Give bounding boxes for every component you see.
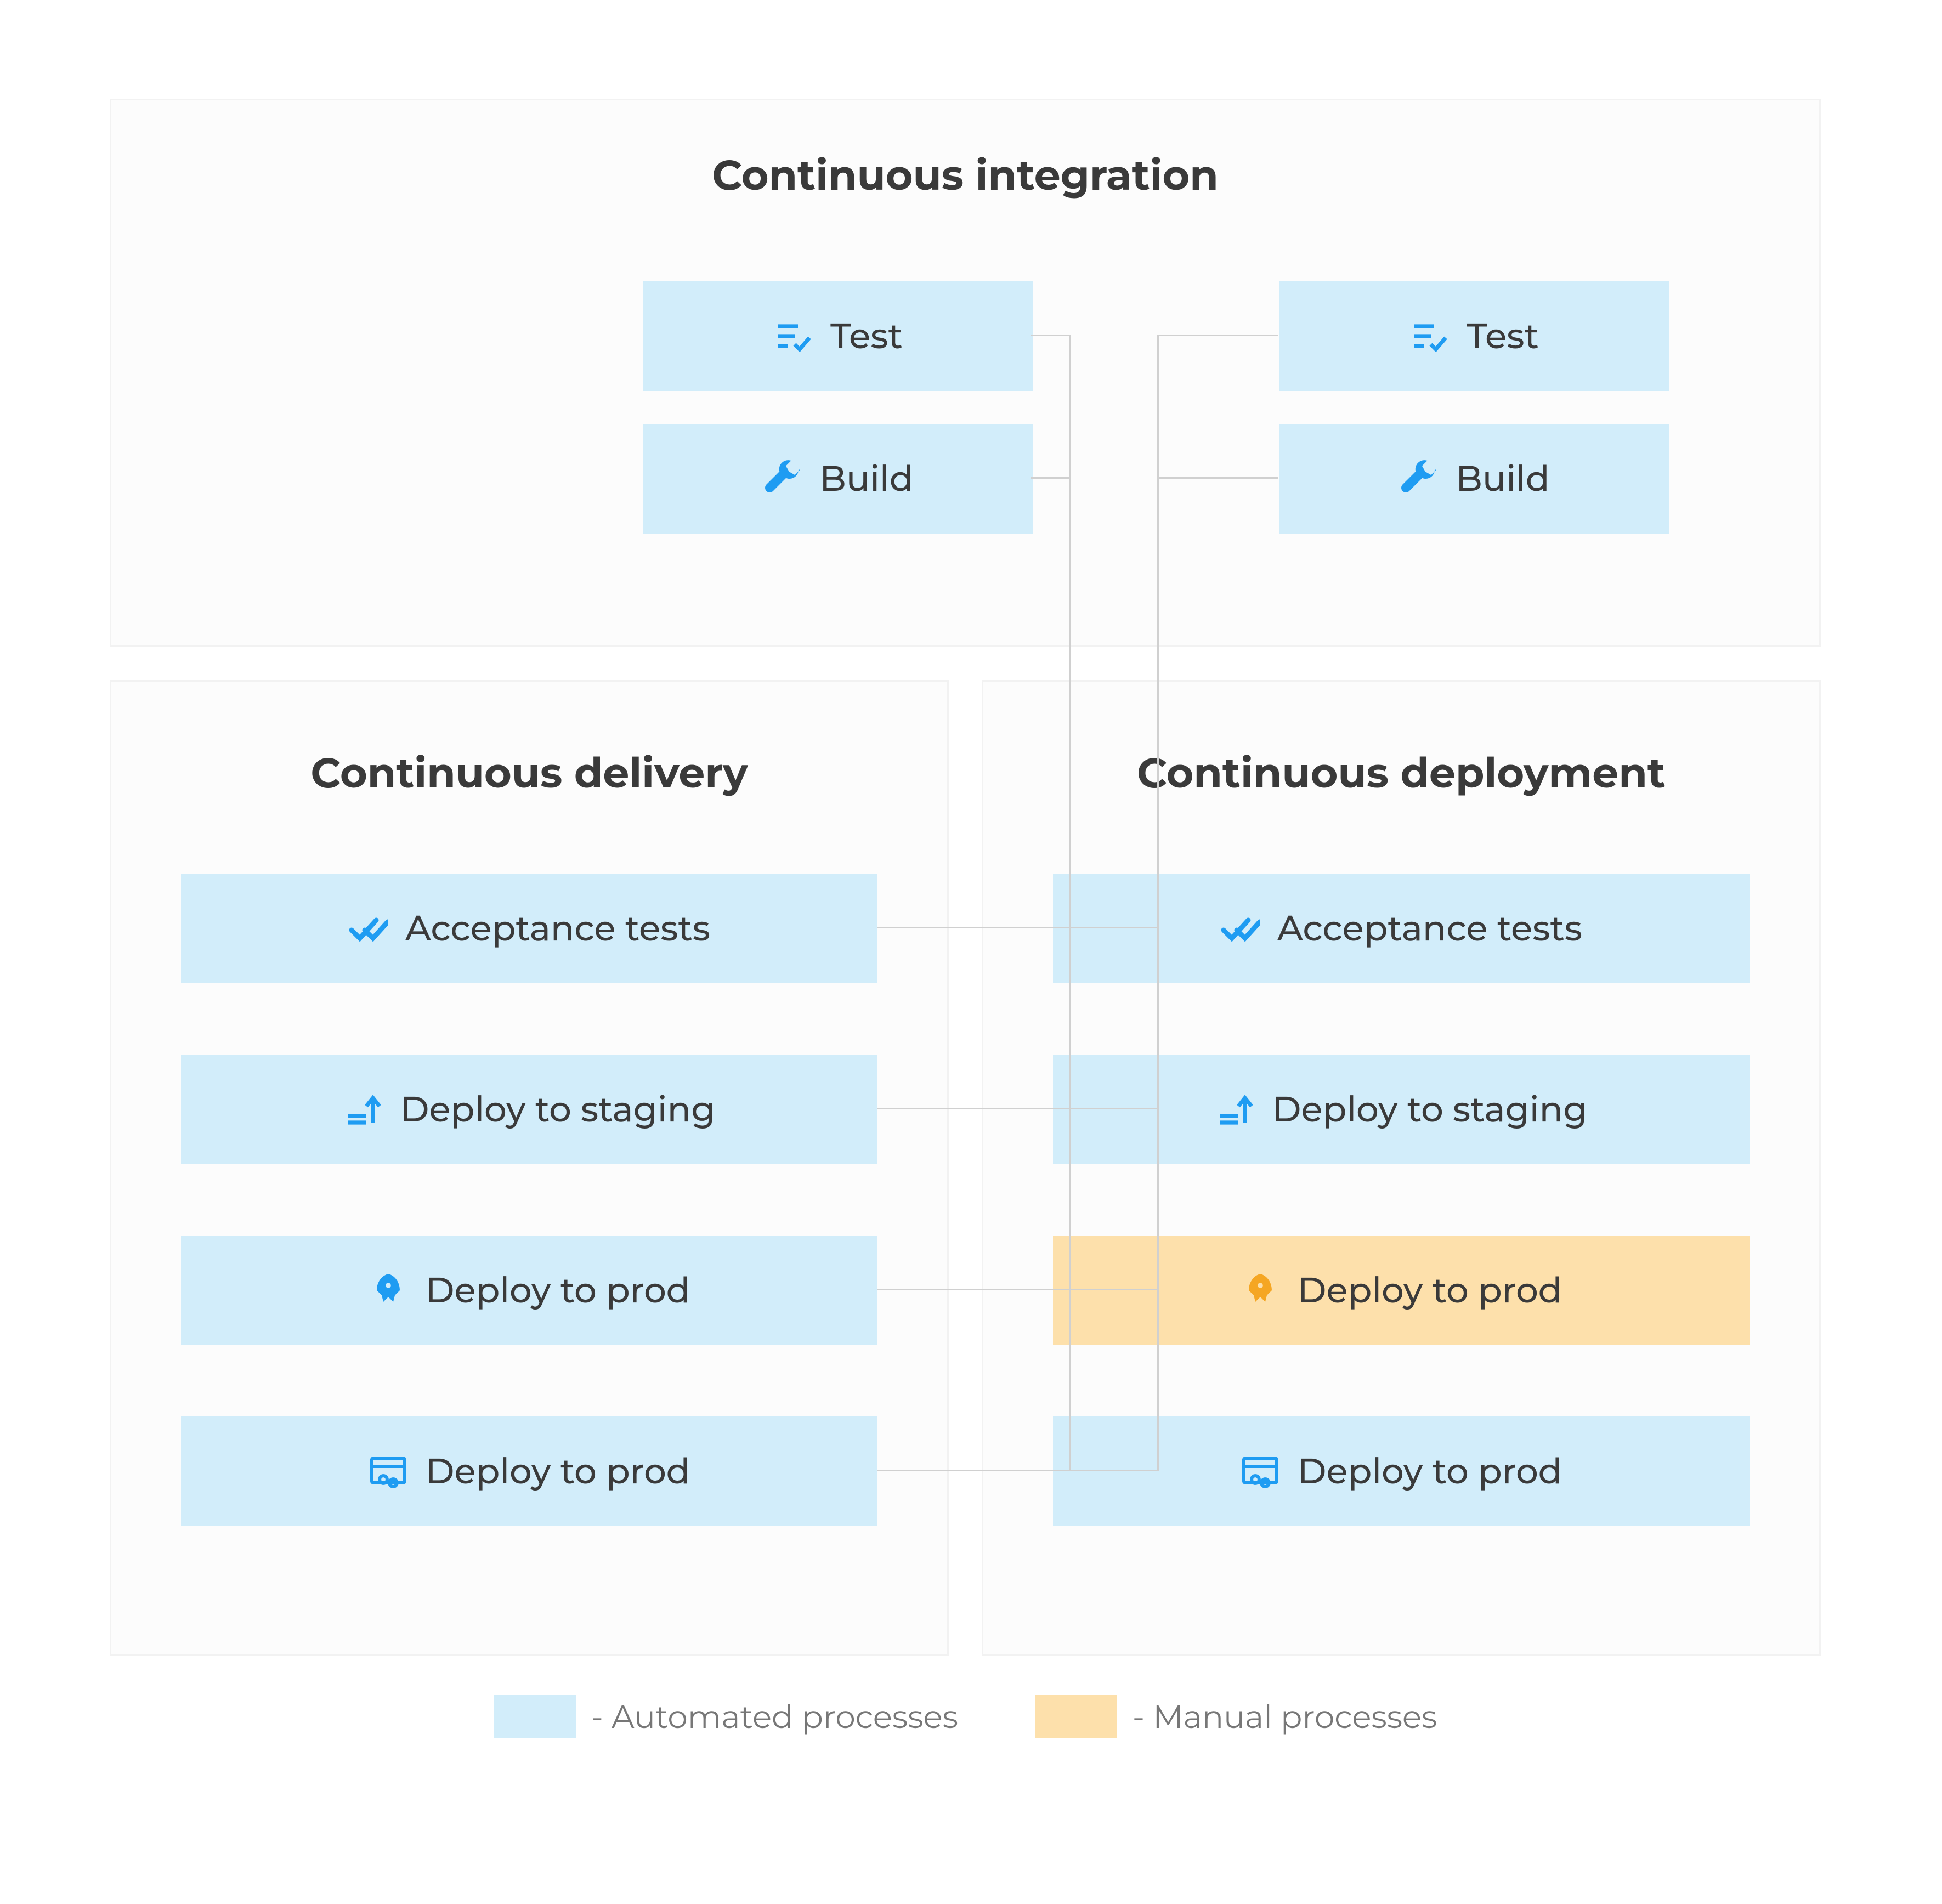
- stage-label: Acceptance tests: [1277, 907, 1582, 950]
- legend-label: - Manual processes: [1133, 1697, 1437, 1736]
- stage-cdel-acceptance: Acceptance tests: [181, 874, 877, 983]
- stage-cdel-prod-browser: Deploy to prod: [181, 1416, 877, 1526]
- connector-line: [1157, 335, 1278, 336]
- stage-label: Test: [830, 315, 903, 358]
- connector-line: [1157, 335, 1159, 1470]
- stage-label: Build: [1456, 457, 1549, 500]
- connector-line: [1157, 477, 1278, 479]
- stage-ci-right-build: Build: [1279, 424, 1669, 534]
- stage-label: Deploy to prod: [1298, 1450, 1562, 1493]
- connector-line: [877, 1470, 1071, 1471]
- legend-item-manual: - Manual processes: [1035, 1695, 1437, 1738]
- wrench-icon: [1399, 459, 1438, 498]
- rocket-icon: [369, 1271, 408, 1310]
- stage-label: Deploy to prod: [426, 1450, 690, 1493]
- stage-cdel-staging: Deploy to staging: [181, 1055, 877, 1164]
- connector-line: [1053, 927, 1159, 928]
- checklist-icon: [1409, 316, 1449, 356]
- connector-line: [1053, 1289, 1159, 1290]
- legend: - Automated processes - Manual processes: [110, 1695, 1821, 1738]
- legend-label: - Automated processes: [591, 1697, 958, 1736]
- section-title-ci: Continuous integration: [111, 150, 1819, 201]
- connector-line: [1069, 335, 1071, 1470]
- connector-line: [1053, 1470, 1159, 1471]
- stage-label: Acceptance tests: [405, 907, 710, 950]
- connector-line: [1031, 477, 1071, 479]
- section-continuous-deployment: Continuous deployment Acceptance tests D…: [982, 680, 1821, 1656]
- connector-line: [877, 1289, 1071, 1290]
- double-check-icon: [348, 909, 388, 948]
- browser-cog-icon: [1241, 1452, 1280, 1491]
- upload-lines-icon: [343, 1090, 383, 1129]
- legend-item-automated: - Automated processes: [494, 1695, 958, 1738]
- section-continuous-integration: Continuous integration Test Build Test B…: [110, 99, 1821, 647]
- connector-line: [1053, 1108, 1159, 1109]
- stage-ci-left-test: Test: [643, 281, 1033, 391]
- stage-label: Build: [819, 457, 913, 500]
- wrench-icon: [762, 459, 802, 498]
- stage-label: Deploy to prod: [426, 1269, 690, 1312]
- connector-line: [1031, 335, 1071, 336]
- legend-swatch-manual: [1035, 1695, 1117, 1738]
- upload-lines-icon: [1215, 1090, 1255, 1129]
- stage-label: Deploy to staging: [400, 1088, 716, 1131]
- section-continuous-delivery: Continuous delivery Acceptance tests Dep…: [110, 680, 949, 1656]
- stage-label: Deploy to prod: [1298, 1269, 1562, 1312]
- stage-label: Deploy to staging: [1272, 1088, 1588, 1131]
- legend-swatch-automated: [494, 1695, 576, 1738]
- stage-label: Test: [1467, 315, 1539, 358]
- stage-cdel-prod-rocket: Deploy to prod: [181, 1236, 877, 1345]
- section-title-cdel: Continuous delivery: [111, 747, 947, 798]
- connector-line: [877, 1108, 1071, 1109]
- browser-cog-icon: [369, 1452, 408, 1491]
- double-check-icon: [1220, 909, 1260, 948]
- rocket-icon: [1241, 1271, 1280, 1310]
- stage-ci-right-test: Test: [1279, 281, 1669, 391]
- section-title-cdep: Continuous deployment: [983, 747, 1819, 798]
- checklist-icon: [773, 316, 813, 356]
- stage-ci-left-build: Build: [643, 424, 1033, 534]
- connector-line: [877, 927, 1071, 928]
